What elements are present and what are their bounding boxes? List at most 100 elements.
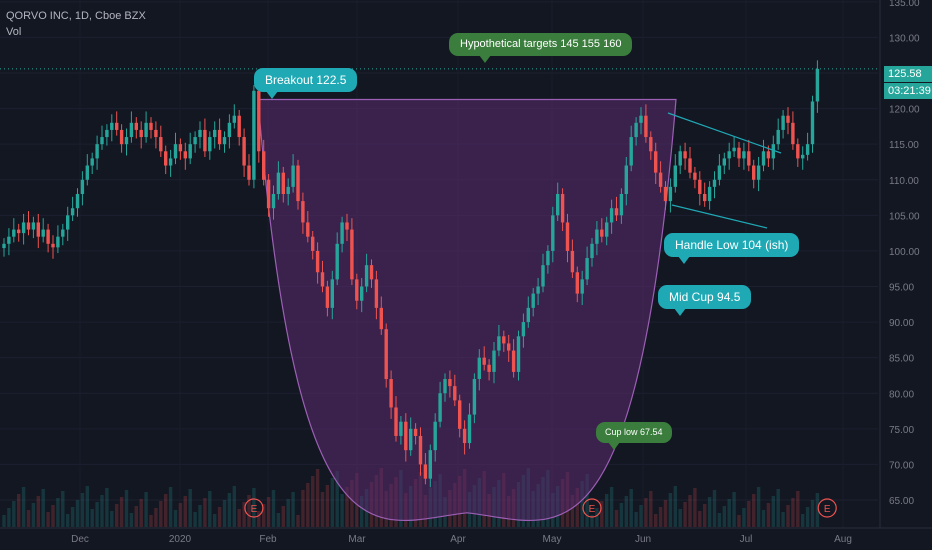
volume-bar [144,492,148,527]
volume-bar [315,469,320,527]
candle-body [139,129,143,138]
candle-body [786,115,790,123]
volume-bar [663,500,668,527]
candle-body [296,165,300,202]
price-tick-label: 75.00 [889,425,914,436]
volume-bar [703,504,707,527]
volume-bar [639,505,643,527]
candle-body [51,243,55,248]
volume-bar [717,513,722,527]
volume-bar [771,496,775,527]
candle-body [742,151,746,159]
candle-body [467,414,472,444]
callout-tail [266,91,278,99]
candle-body [61,229,65,237]
volume-bar [752,494,756,527]
callout-tail [678,256,690,264]
breakout-label: Breakout 122.5 [265,73,347,87]
candle-body [315,250,320,273]
candle-body [90,158,94,166]
candle-body [717,165,722,180]
volume-bar [801,514,805,527]
volume-bar [17,494,21,527]
candle-body [247,165,251,180]
candle-body [747,151,751,166]
candle-body [306,222,310,237]
candle-body [458,400,462,429]
candle-body [266,179,271,209]
candle-body [595,229,599,244]
candle-body [105,129,109,138]
candle-body [389,379,393,408]
candle-body [482,357,486,365]
candle-body [56,236,60,248]
price-chart[interactable]: 65.00 70.00 75.00 80.00 85.00 90.00 95.00 100.0… [0,0,932,550]
candle-body [418,435,423,465]
price-tick-label: 105.00 [889,211,920,222]
candle-body [134,122,138,130]
volume-bar [291,492,295,527]
volume-bar [781,512,785,527]
volume-bar [217,507,222,527]
candle-body [110,122,114,130]
candle-body [511,350,516,372]
volume-bar [786,505,790,527]
volume-bar [208,491,212,527]
volume-bar [688,495,692,527]
candle-body [433,421,437,451]
price-tick-label: 85.00 [889,354,914,365]
candle-body [46,229,50,244]
candle-body [761,151,766,166]
volume-bar [761,510,766,527]
candle-body [639,115,643,123]
candle-body [644,115,648,138]
volume-bar [286,499,290,527]
candle-body [668,186,673,202]
volume-bar [36,496,40,527]
volume-bar [198,505,202,527]
candle-body [507,343,511,351]
candle-body [222,137,227,145]
candle-body [614,208,619,216]
candle-body [810,101,815,145]
candle-body [379,307,383,330]
candle-body [232,115,236,123]
candle-body [776,129,780,145]
candle-body [605,222,609,237]
candle-body [168,158,173,166]
volume-bar [80,493,85,527]
candle-body [276,172,281,194]
volume-bar [311,476,315,527]
price-tick-label: 95.00 [889,283,914,294]
volume-bar [124,490,129,527]
candle-body [227,122,232,138]
volume-bar [766,503,771,527]
candle-body [693,172,697,180]
chart-title: QORVO INC, 1D, Cboe BZX [6,10,146,22]
candle-body [619,193,624,216]
volume-bar [178,503,183,527]
candle-body [575,272,579,294]
volume-bar [634,512,638,527]
candle-body [154,129,158,138]
candle-body [129,122,134,138]
candle-body [173,144,178,159]
candle-body [712,179,717,187]
candle-body [213,129,217,138]
candle-body [271,193,276,209]
candle-body [237,115,241,138]
candle-body [570,250,575,273]
candle-body [320,272,325,287]
candle-body [698,179,702,194]
price-tick-label: 70.00 [889,460,914,471]
volume-bar [629,489,633,527]
volume-bar [340,494,344,527]
candle-body [36,222,40,237]
candle-body [487,364,491,372]
volume-bar [296,515,300,527]
candle-body [541,265,545,287]
candle-body [580,279,584,294]
candle-body [658,172,663,187]
volume-bar [276,513,281,527]
candle-body [492,350,496,372]
